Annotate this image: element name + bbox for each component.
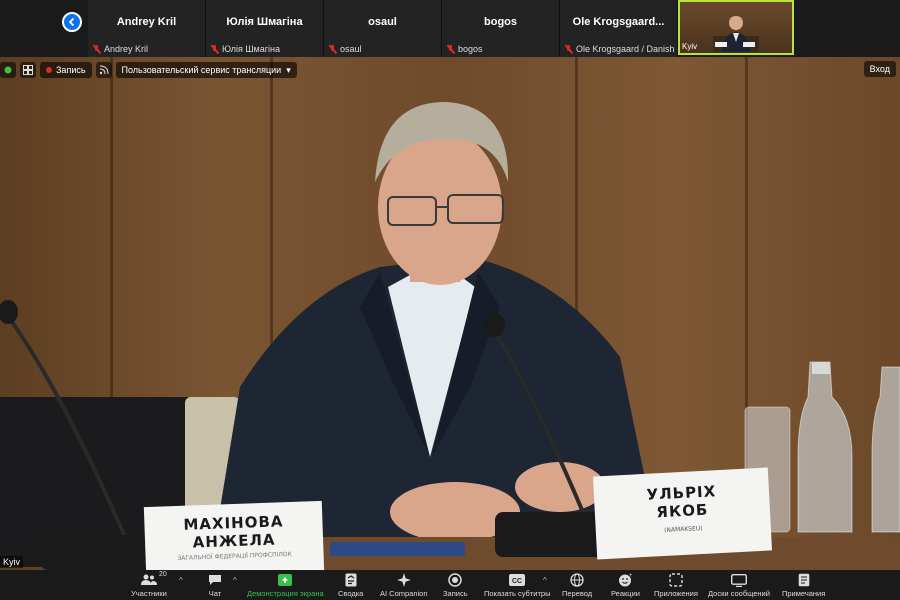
video-location-label: Kyiv (0, 556, 24, 568)
notes-button[interactable]: Примечания (782, 572, 825, 598)
participant-tile[interactable]: osaul osaul (324, 0, 442, 57)
participants-count: 20 (159, 571, 167, 578)
participant-footer: Юлія Шмагіна (210, 44, 280, 54)
participant-tile[interactable]: Andrey Kril Andrey Kril (88, 0, 206, 57)
captions-button[interactable]: CC Показать субтитры (484, 572, 550, 598)
main-video: УЛЬРІХ ЯКОБ (NAMAKSEU) МАХІНОВА АНЖЕЛА З… (0, 57, 900, 570)
nameplate-line-3: (NAMAKSEU) (663, 524, 703, 534)
recording-indicator[interactable]: Запись (40, 62, 92, 78)
share-screen-button[interactable]: Демонстрация экрана (247, 572, 324, 598)
login-button[interactable]: Вход (863, 61, 896, 77)
meeting-toolbar: Участники 20 ^ Чат ^ Демонстрация экрана… (0, 570, 900, 600)
mic-muted-icon (446, 44, 455, 54)
apps-icon (669, 572, 683, 588)
translate-button[interactable]: Перевод (562, 572, 592, 598)
connection-status-icon[interactable] (0, 62, 16, 78)
apps-label: Приложения (654, 589, 698, 598)
sparkle-icon (396, 572, 411, 588)
summary-button[interactable]: Сводка (338, 572, 363, 598)
recording-label: Запись (56, 65, 86, 75)
mic-muted-icon (92, 44, 101, 54)
participant-footer: bogos (446, 44, 483, 54)
reactions-button[interactable]: + Реакции (611, 572, 640, 598)
cc-icon: CC (509, 572, 526, 588)
chat-button[interactable]: Чат (208, 572, 222, 598)
participant-strip: Andrey Kril Andrey Kril Юлія Шмагіна Юлі… (0, 0, 900, 57)
recording-bar: Запись Пользовательский сервис трансляци… (0, 61, 297, 79)
captions-label: Показать субтитры (484, 589, 551, 598)
people-icon (140, 572, 157, 588)
summary-doc-icon (345, 572, 357, 588)
whiteboard-icon (730, 572, 747, 588)
mic-muted-icon (328, 44, 337, 54)
apps-button[interactable]: Приложения (654, 572, 698, 598)
emoji-icon: + (618, 572, 632, 588)
participants-label: Участники (131, 589, 167, 598)
participant-footer-name: Ole Krogsgaard / Danish l... (576, 44, 676, 54)
reactions-label: Реакции (611, 589, 640, 598)
participant-tile-name: Ole Krogsgaard... (572, 16, 665, 28)
participant-tile[interactable]: Ole Krogsgaard... Ole Krogsgaard / Danis… (560, 0, 678, 57)
record-button[interactable]: Запись (443, 572, 468, 598)
participants-caret-icon[interactable]: ^ (179, 576, 183, 585)
participant-tile-name: Юлія Шмагіна (226, 16, 303, 28)
chevron-left-icon (68, 17, 75, 27)
whiteboards-button[interactable]: Доски сообщений (708, 572, 770, 598)
active-speaker-thumbnail (713, 16, 759, 52)
participant-footer-name: Andrey Kril (104, 44, 149, 54)
share-screen-icon (278, 572, 293, 588)
participant-tile[interactable]: Юлія Шмагіна Юлія Шмагіна (206, 0, 324, 57)
chat-caret-icon[interactable]: ^ (233, 576, 237, 585)
share-screen-label: Демонстрация экрана (247, 589, 324, 598)
streaming-service-label: Пользовательский сервис трансляции (121, 65, 282, 75)
back-arrow-button[interactable] (62, 12, 82, 32)
participant-tile-name: osaul (368, 16, 397, 28)
active-speaker-tile[interactable]: Kyiv (678, 0, 794, 55)
participant-footer-name: bogos (458, 44, 483, 54)
record-icon (448, 572, 463, 588)
svg-text:CC: CC (512, 578, 522, 585)
streaming-service-dropdown[interactable]: Пользовательский сервис трансляции ▾ (115, 62, 297, 78)
caret-down-icon: ▾ (286, 64, 291, 75)
record-label: Запись (443, 589, 468, 598)
globe-icon (570, 572, 584, 588)
participant-tile[interactable]: bogos bogos (442, 0, 560, 57)
active-speaker-label: Kyiv (682, 42, 698, 51)
record-dot-icon (46, 67, 52, 73)
participant-tile-name: bogos (484, 16, 517, 28)
participant-footer: Ole Krogsgaard / Danish l... (564, 44, 676, 54)
notes-icon (798, 572, 810, 588)
mic-muted-icon (210, 44, 219, 54)
participant-footer: Andrey Kril (92, 44, 148, 54)
captions-caret-icon[interactable]: ^ (543, 576, 547, 585)
participant-footer-name: Юлія Шмагіна (222, 44, 281, 54)
summary-label: Сводка (338, 589, 364, 598)
ai-companion-label: AI Companion (380, 589, 428, 598)
ai-companion-button[interactable]: AI Companion (380, 572, 428, 598)
live-stream-icon[interactable] (95, 62, 112, 78)
notes-label: Примечания (782, 589, 826, 598)
whiteboards-label: Доски сообщений (708, 589, 770, 598)
participant-tile-name: Andrey Kril (116, 16, 177, 28)
chat-bubble-icon (208, 572, 222, 588)
nameplate-side: МАХІНОВА АНЖЕЛА ЗАГАЛЬНОЇ ФЕДЕРАЦІЇ ПРОФ… (143, 500, 325, 570)
participant-footer: osaul (328, 44, 362, 54)
mic-muted-icon (564, 44, 573, 54)
svg-text:+: + (629, 573, 632, 579)
nameplate-speaker: УЛЬРІХ ЯКОБ (NAMAKSEU) (592, 467, 773, 560)
translate-label: Перевод (562, 589, 593, 598)
participant-footer-name: osaul (340, 44, 362, 54)
view-grid-icon[interactable] (20, 62, 36, 78)
chat-label: Чат (208, 589, 222, 598)
